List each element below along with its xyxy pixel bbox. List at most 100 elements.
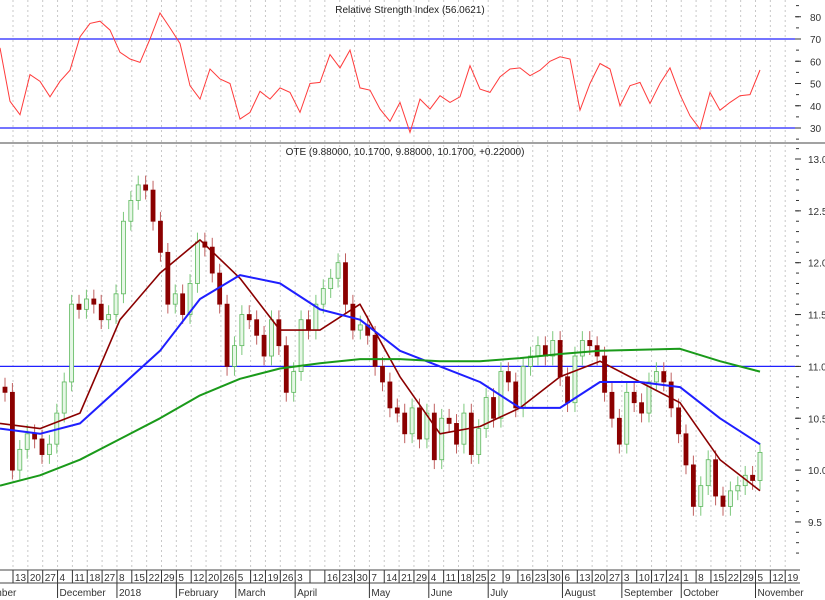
x-tick-label: 22 <box>149 573 161 584</box>
candle <box>261 334 267 357</box>
candle <box>195 241 200 284</box>
candle <box>720 495 726 507</box>
candle <box>232 345 237 367</box>
x-tick-label: 4 <box>431 573 437 584</box>
candle <box>128 200 134 222</box>
moving-average-short <box>0 239 761 492</box>
candle <box>535 345 541 357</box>
candle <box>84 298 89 310</box>
month-label: September <box>624 588 674 599</box>
candle <box>661 371 667 383</box>
rsi-y-label: 70 <box>810 35 822 46</box>
candle <box>587 340 593 347</box>
x-tick-label: 29 <box>416 573 428 584</box>
moving-average-long <box>0 347 761 487</box>
rsi-y-label: 30 <box>810 124 822 135</box>
month-label: July <box>490 588 508 599</box>
x-tick-label: 18 <box>461 573 473 584</box>
candle <box>402 412 408 435</box>
x-tick-label: 12 <box>193 573 205 584</box>
x-tick-label: 13 <box>15 573 27 584</box>
month-label: April <box>297 588 317 599</box>
candle <box>357 324 363 331</box>
x-tick-label: 29 <box>743 573 755 584</box>
candle <box>24 433 30 450</box>
x-tick-label: 7 <box>371 573 377 584</box>
candle <box>394 407 400 414</box>
candle <box>698 485 704 507</box>
candle <box>683 433 689 466</box>
x-tick-label: 1 <box>683 573 689 584</box>
candle <box>579 340 585 357</box>
candle <box>158 220 163 253</box>
x-tick-label: 24 <box>668 573 680 584</box>
candle <box>283 345 289 393</box>
x-tick-label: 11 <box>446 573 457 584</box>
x-tick-label: 17 <box>654 573 666 584</box>
x-tick-label: 29 <box>164 573 176 584</box>
price-title: OTE (9.88000, 10.1700, 9.88000, 10.1700,… <box>286 147 525 158</box>
rsi-title: Relative Strength Index (56.0621) <box>335 5 485 16</box>
stock-chart: 13 20 27 4 11 18 27 8 15 22 29 5 12 20 26 5 12 19 26 3 16 23 3… <box>0 0 825 599</box>
x-tick-label: 8 <box>119 573 125 584</box>
x-tick-label: 23 <box>342 573 354 584</box>
x-tick-label: 3 <box>624 573 630 584</box>
x-tick-label: 25 <box>475 573 487 584</box>
month-label: December <box>60 588 107 599</box>
month-label: May <box>371 588 390 599</box>
x-tick-label: 18 <box>89 573 101 584</box>
x-tick-label: 26 <box>282 573 294 584</box>
candle <box>520 365 526 409</box>
candle <box>491 397 496 419</box>
x-tick-label: 15 <box>713 573 725 584</box>
candle <box>705 459 711 487</box>
x-tick-label: 30 <box>357 573 369 584</box>
price-y-label: 9.5 <box>808 518 822 529</box>
candle <box>32 433 38 440</box>
price-y-label: 10.0 <box>808 466 825 477</box>
candle <box>17 448 23 471</box>
candle <box>468 412 474 455</box>
candle <box>476 428 482 455</box>
x-tick-label: 19 <box>787 573 799 584</box>
price-panel <box>0 175 795 516</box>
price-y-label: 12.0 <box>808 259 825 270</box>
candle <box>409 407 415 435</box>
candle <box>439 417 445 461</box>
candle <box>572 355 578 404</box>
x-tick-label: 19 <box>267 573 279 584</box>
candle <box>328 277 334 290</box>
x-tick-label: 15 <box>134 573 146 584</box>
candle <box>121 220 126 295</box>
x-tick-label: 4 <box>60 573 66 584</box>
x-tick-label: 5 <box>238 573 244 584</box>
x-tick-label: 27 <box>104 573 116 584</box>
x-tick-label: 5 <box>178 573 184 584</box>
x-tick-label: 27 <box>609 573 621 584</box>
x-tick-label: 26 <box>223 573 235 584</box>
candle <box>639 402 644 414</box>
grid <box>12 0 786 570</box>
month-label: March <box>238 588 266 599</box>
x-tick-label: 8 <box>698 573 704 584</box>
month-label: February <box>178 588 218 599</box>
x-tick-label: 21 <box>401 573 413 584</box>
x-tick-label: 30 <box>550 573 562 584</box>
candle <box>106 314 112 321</box>
candle <box>446 417 452 424</box>
price-y-label: 11.5 <box>808 311 825 322</box>
candle <box>291 371 297 393</box>
candle <box>505 371 511 383</box>
x-tick-label: 20 <box>594 573 606 584</box>
candle <box>602 355 607 393</box>
candle <box>320 288 326 305</box>
rsi-line <box>0 11 761 135</box>
x-tick-label: 6 <box>564 573 570 584</box>
candle <box>343 262 348 305</box>
month-label: June <box>431 588 453 599</box>
candle <box>713 459 718 497</box>
candle <box>557 340 563 378</box>
candle <box>180 293 186 315</box>
rsi-y-label: 40 <box>810 102 822 113</box>
candle <box>224 303 230 367</box>
